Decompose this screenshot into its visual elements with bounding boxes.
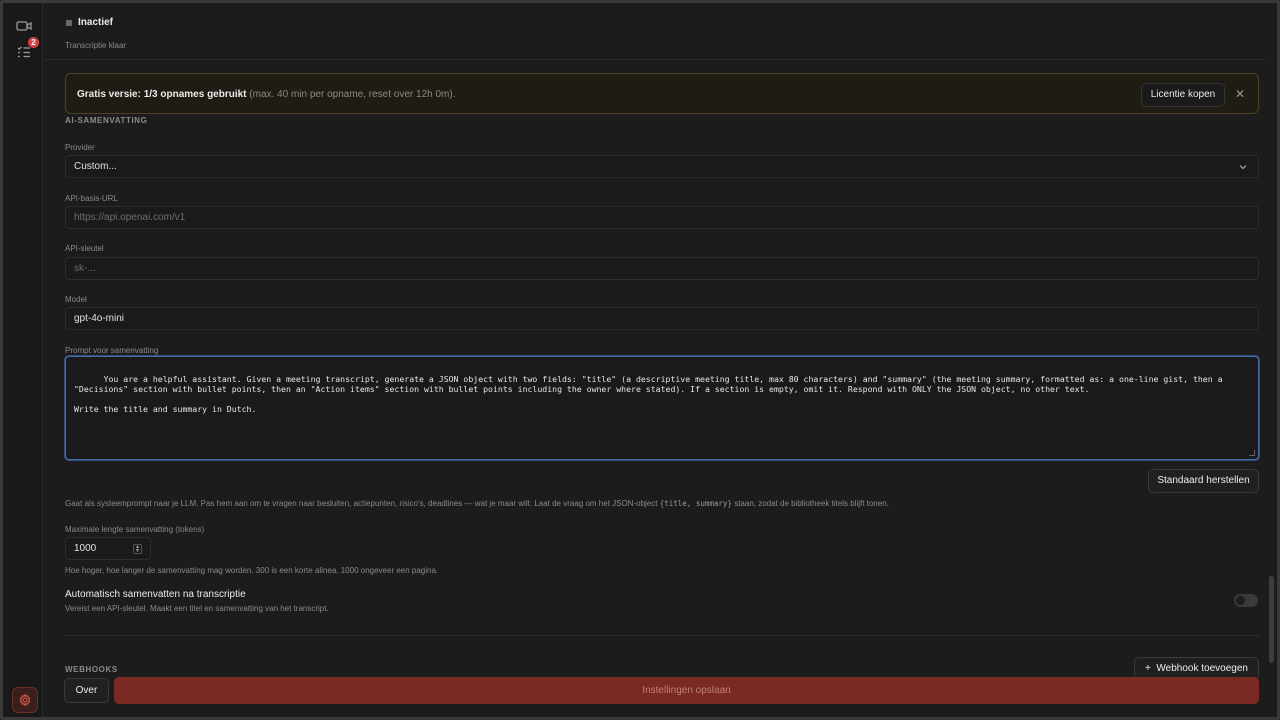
provider-select[interactable]: Custom...	[65, 155, 1259, 178]
notification-badge: 2	[28, 37, 39, 48]
max-tokens-hint: Hoe hoger, hoe langer de samenvatting ma…	[65, 566, 439, 575]
prompt-hint-after: staan, zodat de bibliotheek titels blijf…	[731, 499, 889, 508]
prompt-text: You are a helpful assistant. Given a mee…	[74, 374, 1223, 414]
reset-default-button[interactable]: Standaard herstellen	[1148, 469, 1259, 493]
video-icon[interactable]	[14, 16, 34, 36]
api-url-input[interactable]: https://api.openai.com/v1	[65, 206, 1259, 229]
auto-summary-title: Automatisch samenvatten na transcriptie	[65, 589, 246, 600]
max-tokens-label: Maximale lengte samenvatting (tokens)	[65, 525, 205, 534]
scrollbar[interactable]	[1265, 3, 1277, 717]
buy-license-button[interactable]: Licentie kopen	[1141, 83, 1225, 107]
sidebar: 2	[3, 3, 43, 717]
status-header: Inactief Transcriptie klaar	[44, 3, 1265, 60]
ai-summary-section-title: AI-SAMENVATTING	[65, 116, 148, 125]
max-tokens-value: 1000	[74, 543, 97, 554]
api-url-label: API-basis-URL	[65, 194, 118, 203]
prompt-hint-before: Gaat als systeemprompt naar je LLM. Pas …	[65, 499, 660, 508]
app-window: 2 Inactief Transcriptie klaar Gratis ver…	[0, 0, 1280, 720]
save-settings-button[interactable]: Instellingen opslaan	[114, 677, 1259, 704]
resize-handle[interactable]	[1249, 450, 1255, 456]
divider	[65, 635, 1259, 636]
api-key-input[interactable]: sk-...	[65, 257, 1259, 280]
webhooks-section-title: WEBHOOKS	[65, 665, 118, 674]
max-tokens-input[interactable]: 1000 ▲ ▼	[65, 537, 151, 560]
about-button[interactable]: Over	[64, 678, 109, 703]
model-input[interactable]: gpt-4o-mini	[65, 307, 1259, 330]
plus-icon: +	[1145, 663, 1151, 674]
add-webhook-label: Webhook toevoegen	[1156, 663, 1248, 674]
prompt-hint: Gaat als systeemprompt naar je LLM. Pas …	[65, 499, 889, 508]
prompt-textarea[interactable]: You are a helpful assistant. Given a mee…	[65, 356, 1259, 460]
scrollbar-thumb[interactable]	[1269, 576, 1274, 663]
banner-muted-text: (max. 40 min per opname, reset over 12h …	[246, 89, 456, 100]
model-label: Model	[65, 295, 87, 304]
auto-summary-toggle[interactable]	[1234, 594, 1258, 607]
status-subtitle: Transcriptie klaar	[65, 41, 127, 50]
settings-panel: Inactief Transcriptie klaar Gratis versi…	[44, 3, 1265, 717]
stepper-icon[interactable]: ▲ ▼	[133, 544, 142, 554]
banner-text: Gratis versie: 1/3 opnames gebruikt (max…	[77, 89, 456, 100]
api-key-label: API-sleutel	[65, 244, 104, 253]
provider-label: Provider	[65, 143, 95, 152]
chevron-down-icon	[1237, 160, 1249, 172]
auto-summary-hint: Vereist een API-sleutel. Maakt een titel…	[65, 604, 329, 613]
status-label: Inactief	[78, 17, 114, 28]
banner-bold-text: Gratis versie: 1/3 opnames gebruikt	[77, 89, 247, 100]
settings-icon[interactable]	[12, 687, 38, 713]
free-version-banner: Gratis versie: 1/3 opnames gebruikt (max…	[65, 73, 1259, 114]
toggle-knob	[1236, 596, 1245, 605]
close-icon[interactable]: ✕	[1233, 87, 1247, 101]
prompt-hint-code: {title, summary}	[659, 499, 732, 508]
prompt-label: Prompt voor samenvatting	[65, 346, 159, 355]
provider-value: Custom...	[74, 161, 117, 172]
status-indicator	[66, 20, 72, 26]
